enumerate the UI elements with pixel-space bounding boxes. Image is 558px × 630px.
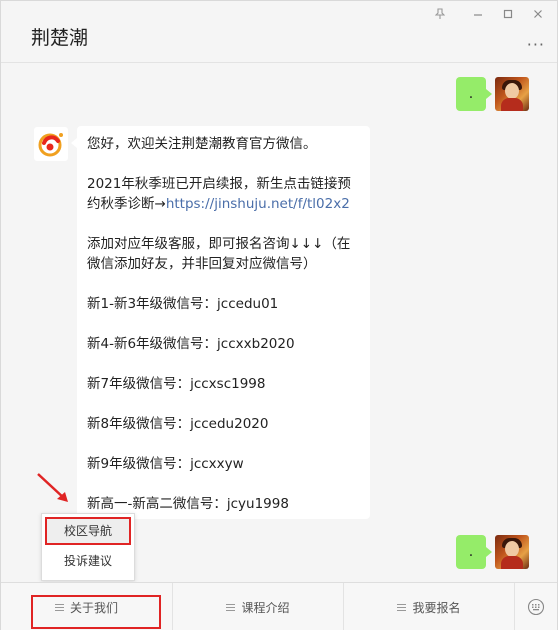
message-greeting: 您好，欢迎关注荆楚潮教育官方微信。 xyxy=(87,136,317,152)
menu-about-us[interactable]: 关于我们 xyxy=(1,583,173,630)
message-high-school: 新高一-新高二微信号：jcyu1998 xyxy=(87,496,289,512)
message-add-service: 添加对应年级客服，即可报名咨询↓↓↓（在微信添加好友，并非回复对应微信号） xyxy=(87,236,351,272)
menu-label: 关于我们 xyxy=(69,600,118,615)
message-grade-9: 新9年级微信号：jccxxyw xyxy=(87,456,244,472)
menu-label: 我要报名 xyxy=(412,600,461,615)
incoming-message: 您好，欢迎关注荆楚潮教育官方微信。 2021年秋季班已开启续报，新生点击链接预约… xyxy=(71,126,370,519)
more-options-icon[interactable]: ··· xyxy=(527,35,545,54)
menu-list-icon xyxy=(54,603,64,611)
maximize-icon[interactable] xyxy=(497,6,519,22)
message-enrollment: 2021年秋季班已开启续报，新生点击链接预约秋季诊断→https://jinsh… xyxy=(87,176,351,212)
menu-sign-up[interactable]: 我要报名 xyxy=(344,583,515,630)
official-account-avatar[interactable] xyxy=(34,127,68,161)
close-icon[interactable] xyxy=(527,6,549,22)
menu-list-icon xyxy=(397,603,407,611)
chat-window: 荆楚潮 ··· . 您好，欢迎关注荆楚潮教育官方微信。 2021年秋季班已开启续… xyxy=(0,0,558,630)
title-bar: 荆楚潮 ··· xyxy=(1,1,557,63)
outgoing-message[interactable]: . xyxy=(456,535,492,569)
chat-area: . 您好，欢迎关注荆楚潮教育官方微信。 2021年秋季班已开启续报，新生点击链接… xyxy=(1,64,557,582)
submenu-item-complaints[interactable]: 投诉建议 xyxy=(42,545,134,578)
menu-course-intro[interactable]: 课程介绍 xyxy=(173,583,344,630)
message-grade-1-3: 新1-新3年级微信号：jccedu01 xyxy=(87,296,279,312)
menu-list-icon xyxy=(226,603,236,611)
submenu-popup: 校区导航 投诉建议 xyxy=(41,513,135,581)
message-grade-8: 新8年级微信号：jccedu2020 xyxy=(87,416,269,432)
red-arrow-annotation xyxy=(37,473,68,502)
submenu-item-campus-navigation[interactable]: 校区导航 xyxy=(45,517,131,545)
custom-menu-bar: 关于我们 课程介绍 我要报名 xyxy=(1,582,557,630)
message-grade-4-6: 新4-新6年级微信号：jccxxb2020 xyxy=(87,336,295,352)
keyboard-icon[interactable] xyxy=(515,583,556,630)
enrollment-link[interactable]: https://jinshuju.net/f/tl02x2 xyxy=(166,196,350,212)
user-avatar[interactable] xyxy=(495,77,529,111)
message-grade-7: 新7年级微信号：jccxsc1998 xyxy=(87,376,266,392)
minimize-icon[interactable] xyxy=(467,6,489,22)
user-avatar[interactable] xyxy=(495,535,529,569)
chat-title: 荆楚潮 xyxy=(31,27,89,49)
pin-icon[interactable] xyxy=(429,6,451,22)
menu-label: 课程介绍 xyxy=(241,600,290,615)
outgoing-message[interactable]: . xyxy=(456,77,492,111)
